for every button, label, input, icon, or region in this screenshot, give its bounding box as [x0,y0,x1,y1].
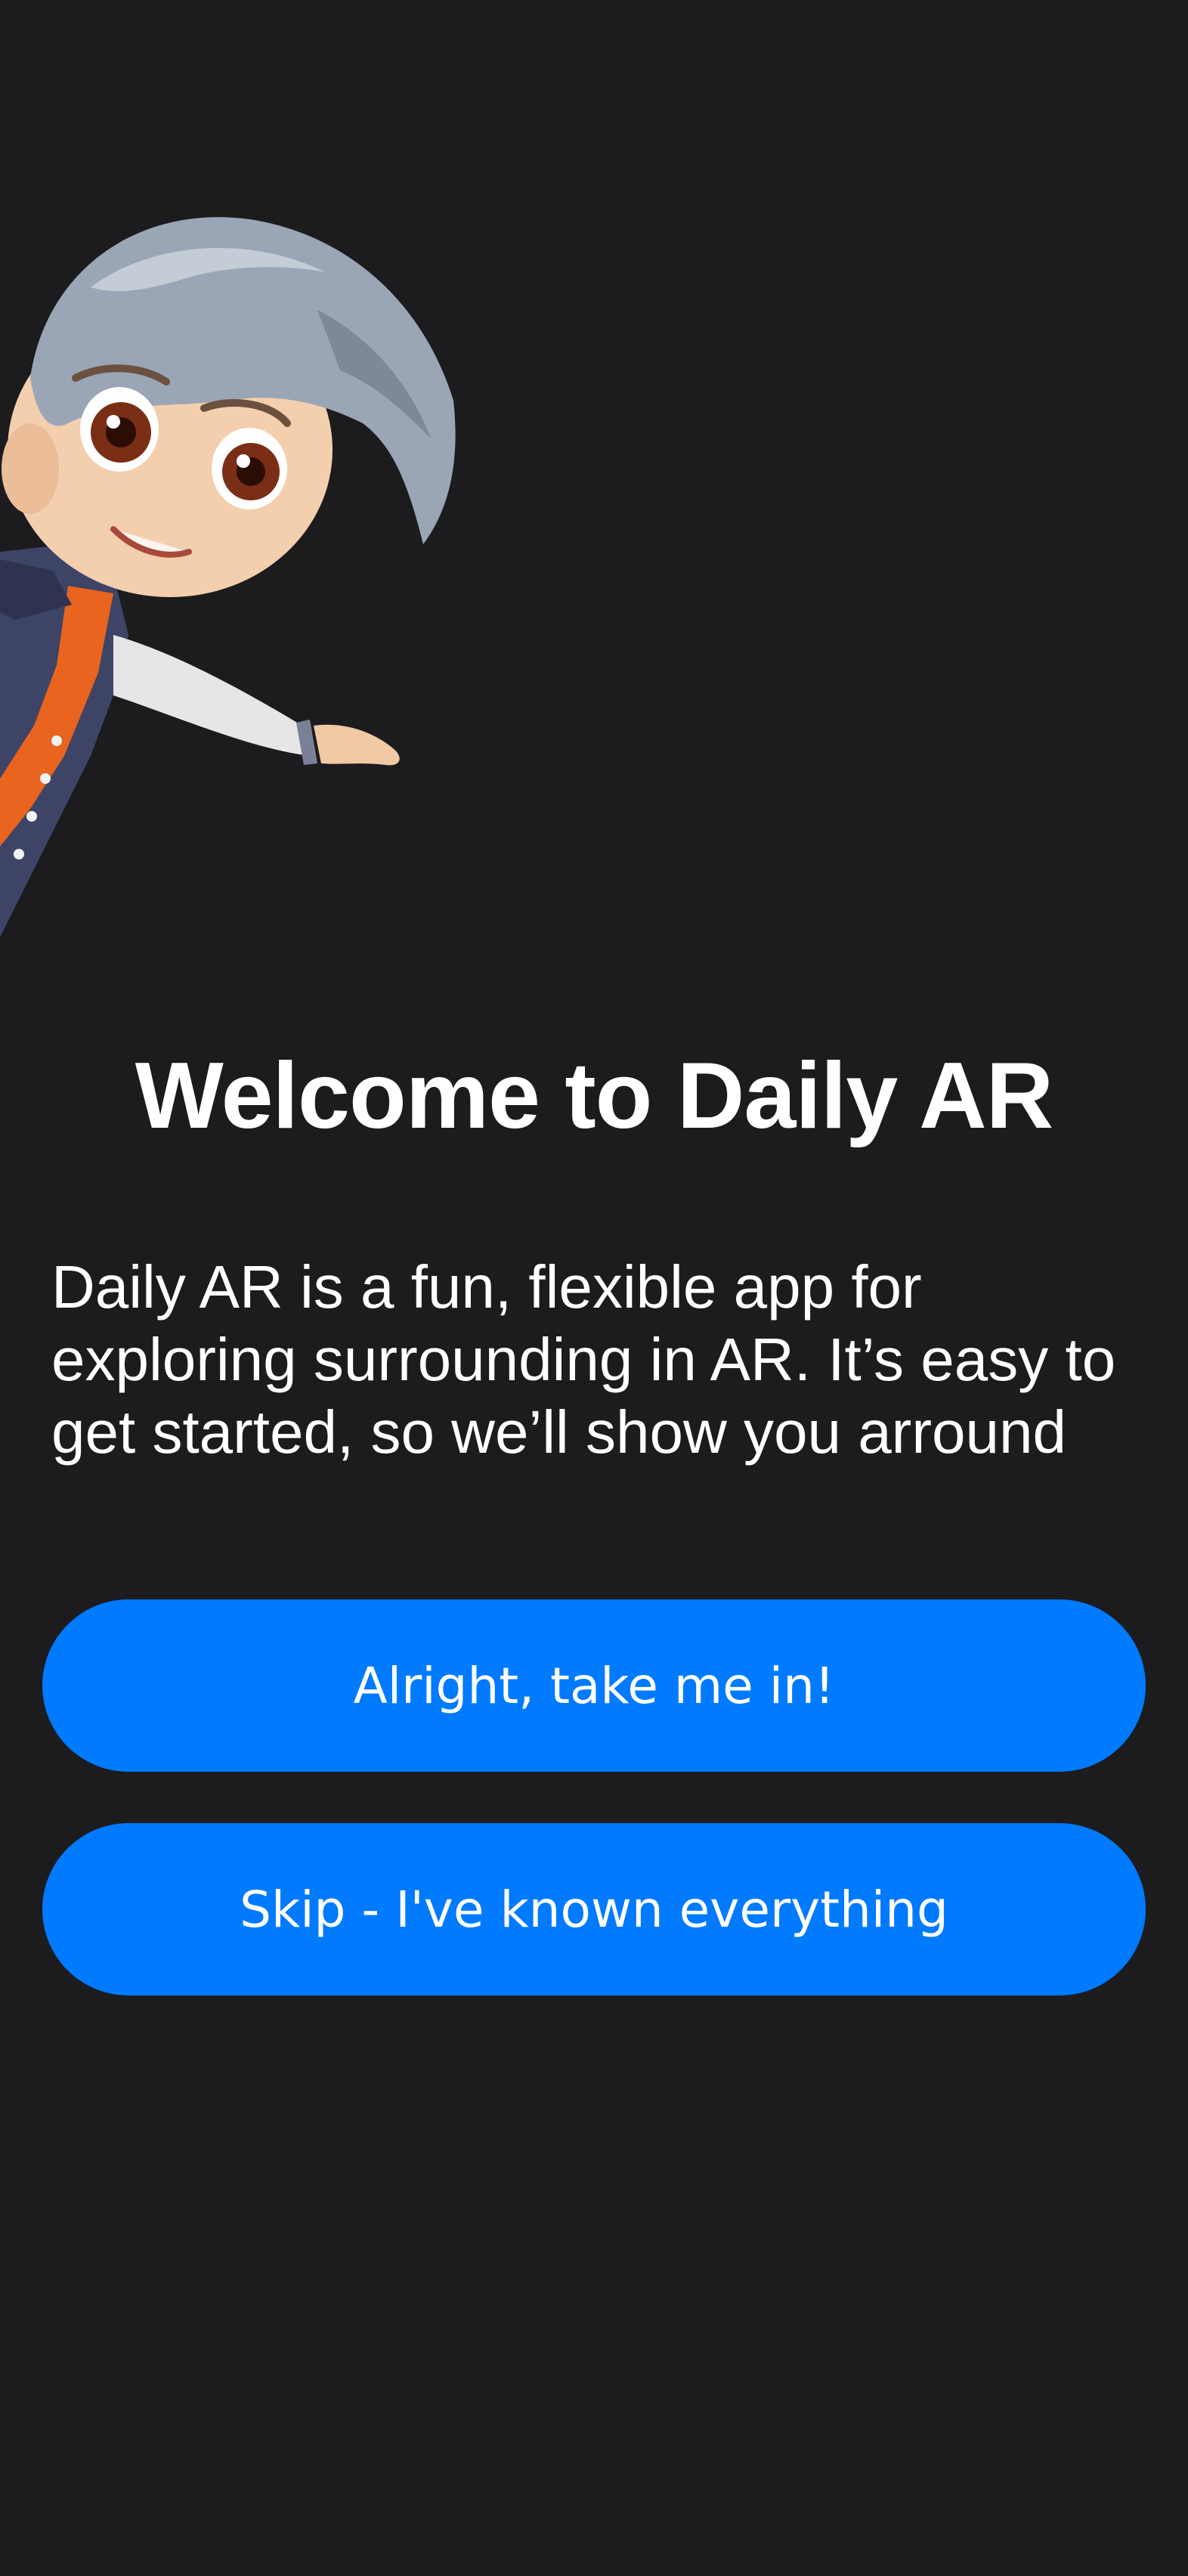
onboarding-screen: Welcome to Daily AR Daily AR is a fun, f… [0,0,1188,2576]
take-me-in-button[interactable]: Alright, take me in! [42,1599,1146,1772]
skip-button[interactable]: Skip - I've known everything [42,1823,1146,1995]
welcome-description: Daily AR is a fun, flexible app for expl… [51,1253,1116,1466]
welcome-title: Welcome to Daily AR [135,1044,1053,1148]
mascot-illustration [0,151,484,952]
